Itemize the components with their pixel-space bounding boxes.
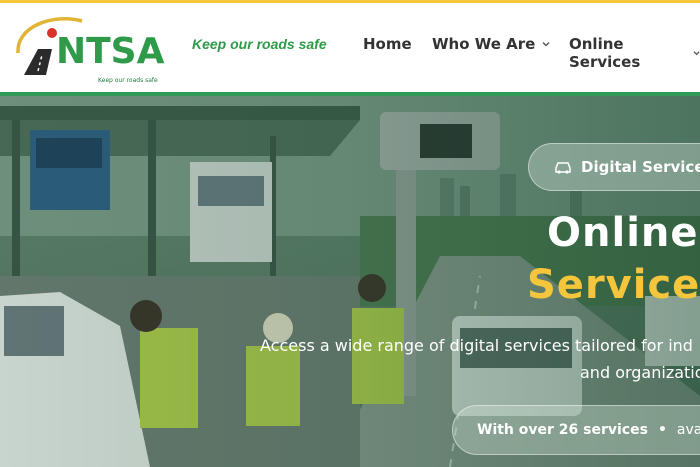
hero-description-line2: and organizations — [580, 363, 700, 382]
chevron-down-icon — [542, 42, 550, 47]
header-tagline: Keep our roads safe — [192, 36, 327, 52]
ntsa-logo[interactable]: NTSA Keep our roads safe — [12, 13, 187, 84]
hero-title-line1: Online — [547, 210, 699, 256]
nav-home[interactable]: Home — [363, 35, 412, 53]
chevron-down-icon — [693, 51, 700, 56]
services-count-text: With over 26 services — [477, 422, 648, 438]
nav-online-services-label: Online Services — [569, 35, 641, 71]
digital-services-badge[interactable]: Digital Services — [528, 143, 700, 191]
nav-who-we-are-label: Who We Are — [432, 35, 536, 53]
nav-home-label: Home — [363, 35, 412, 53]
digital-services-label: Digital Services — [581, 158, 700, 176]
hero-description-line1: Access a wide range of digital services … — [260, 336, 693, 355]
logo-subtagline: Keep our roads safe — [98, 77, 158, 84]
services-trailing-text: availa — [676, 422, 700, 438]
logo-wordmark: NTSA — [56, 31, 165, 72]
car-icon — [555, 162, 571, 174]
nav-who-we-are[interactable]: Who We Are — [432, 35, 550, 53]
site-header: NTSA Keep our roads safe Keep our roads … — [0, 3, 700, 93]
hero-title-line2: Service — [527, 262, 700, 308]
services-count-pill[interactable]: With over 26 services • availa — [452, 405, 700, 455]
nav-online-services[interactable]: Online Services — [569, 35, 700, 71]
separator-dot: • — [657, 422, 667, 438]
hero-banner: Digital Services Online Service Access a… — [0, 96, 700, 467]
